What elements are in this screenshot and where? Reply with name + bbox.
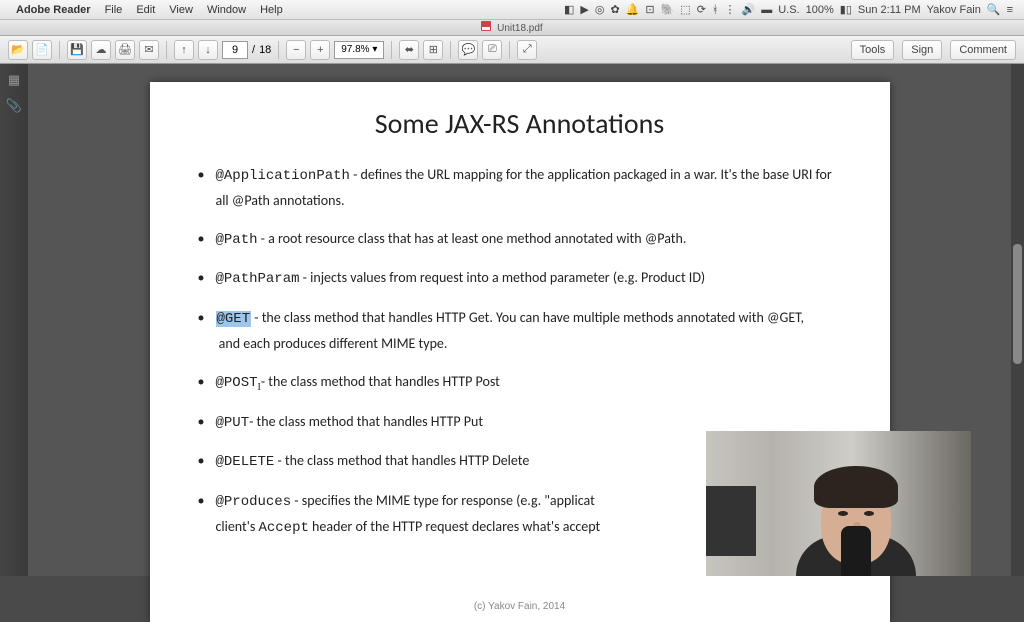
evernote-icon[interactable]: 🐘 [661, 3, 675, 16]
status-icon[interactable]: ◎ [595, 3, 605, 16]
macos-menubar: Adobe Reader File Edit View Window Help … [0, 0, 1024, 20]
document-tab[interactable]: Unit18.pdf [461, 21, 562, 34]
annotation-desc: - injects values from request into a met… [300, 269, 706, 286]
vertical-scrollbar[interactable] [1011, 64, 1024, 576]
annotation-code: @PathParam [216, 271, 300, 287]
save-button[interactable]: 💾 [67, 40, 87, 60]
document-viewport[interactable]: Some JAX-RS Annotations @ApplicationPath… [28, 64, 1011, 576]
cloud-button[interactable]: ☁ [91, 40, 111, 60]
menu-file[interactable]: File [105, 4, 123, 16]
sign-button[interactable]: Sign [902, 40, 942, 60]
notification-icon[interactable]: ≡ [1007, 4, 1013, 16]
annotation-desc: - the class method that handles HTTP Pos… [261, 373, 500, 390]
flag-icon[interactable]: ▬ [761, 4, 772, 16]
fit-page-button[interactable]: ⊞ [423, 40, 443, 60]
comment-button[interactable]: Comment [950, 40, 1016, 60]
bluetooth-icon[interactable]: ᚼ [712, 4, 719, 16]
menu-help[interactable]: Help [260, 4, 283, 16]
pdf-toolbar: 📂 📄 💾 ☁ 🖨 ✉ ↑ ↓ / 18 − + 97.8% ▾ ⬌ ⊞ 💬 ⎚… [0, 36, 1024, 64]
status-icon[interactable]: ▶ [580, 3, 588, 16]
clock[interactable]: Sun 2:11 PM [858, 4, 921, 16]
menu-edit[interactable]: Edit [136, 4, 155, 16]
volume-icon[interactable]: 🔊 [742, 3, 756, 16]
fit-width-button[interactable]: ⬌ [399, 40, 419, 60]
pdf-icon [481, 21, 491, 31]
annotation-code: @POST [216, 375, 258, 391]
annotation-code: @GET [216, 311, 252, 327]
page-footer: (c) Yakov Fain, 2014 [150, 601, 890, 612]
mail-button[interactable]: ✉ [139, 40, 159, 60]
annotation-code: @Path [216, 232, 258, 248]
list-item: @GET - the class method that handles HTT… [194, 306, 846, 356]
input-lang[interactable]: U.S. [778, 4, 799, 16]
webcam-overlay [706, 431, 971, 576]
battery-icon[interactable]: ▮▯ [840, 3, 852, 16]
print-button[interactable]: 🖨 [115, 40, 135, 60]
menu-view[interactable]: View [169, 4, 193, 16]
page-down-button[interactable]: ↓ [198, 40, 218, 60]
annotation-code: @Produces [216, 494, 292, 510]
zoom-level[interactable]: 97.8% ▾ [334, 41, 384, 59]
thumbnails-icon[interactable]: ▦ [6, 72, 22, 88]
page-sep: / [252, 44, 255, 56]
status-icon[interactable]: ⊡ [645, 3, 654, 16]
highlight-button[interactable]: ⎚ [482, 40, 502, 60]
annotation-desc: - the class method that handles HTTP Del… [274, 452, 529, 469]
tab-filename: Unit18.pdf [497, 23, 543, 34]
spotlight-icon[interactable]: 🔍 [987, 3, 1001, 16]
battery-pct[interactable]: 100% [806, 4, 834, 16]
document-tabbar: Unit18.pdf [0, 20, 1024, 36]
page-up-button[interactable]: ↑ [174, 40, 194, 60]
app-name[interactable]: Adobe Reader [16, 4, 91, 16]
sync-icon[interactable]: ⟳ [697, 3, 706, 16]
side-navigation: ▦ 📎 [0, 64, 28, 576]
annot-button[interactable]: 💬 [458, 40, 478, 60]
zoom-out-button[interactable]: − [286, 40, 306, 60]
fullscreen-button[interactable]: ⤢ [517, 40, 537, 60]
open-button[interactable]: 📂 [8, 40, 28, 60]
list-item: @PathParam - injects values from request… [194, 266, 846, 292]
annotation-code: @PUT [216, 415, 250, 431]
annotation-code: @DELETE [216, 454, 275, 470]
list-item: @ApplicationPath - defines the URL mappi… [194, 163, 846, 213]
zoom-in-button[interactable]: + [310, 40, 330, 60]
list-item: @Path - a root resource class that has a… [194, 227, 846, 253]
status-icon[interactable]: ◧ [564, 3, 574, 16]
annotation-desc: - specifies the MIME type for response (… [291, 492, 595, 509]
attachments-icon[interactable]: 📎 [6, 98, 22, 114]
bell-icon[interactable]: 🔔 [626, 3, 640, 16]
annotation-desc: - the class method that handles HTTP Put [249, 413, 483, 430]
tools-button[interactable]: Tools [851, 40, 895, 60]
page-title: Some JAX-RS Annotations [194, 106, 846, 141]
status-icon[interactable]: ✿ [610, 3, 619, 16]
workarea: ▦ 📎 Some JAX-RS Annotations @Application… [0, 64, 1024, 576]
annotation-desc: - the class method that handles HTTP Get… [251, 309, 804, 326]
username[interactable]: Yakov Fain [927, 4, 981, 16]
wifi-icon[interactable]: ⋮ [725, 3, 736, 16]
annotation-code: @ApplicationPath [216, 168, 350, 184]
scrollbar-thumb[interactable] [1013, 244, 1022, 364]
menu-window[interactable]: Window [207, 4, 246, 16]
page-total: 18 [259, 44, 271, 56]
list-item: @POSTI- the class method that handles HT… [194, 370, 846, 396]
export-button[interactable]: 📄 [32, 40, 52, 60]
page-number-input[interactable] [222, 41, 248, 59]
dropbox-icon[interactable]: ⬚ [680, 3, 690, 16]
annotation-desc: - a root resource class that has at leas… [258, 230, 687, 247]
